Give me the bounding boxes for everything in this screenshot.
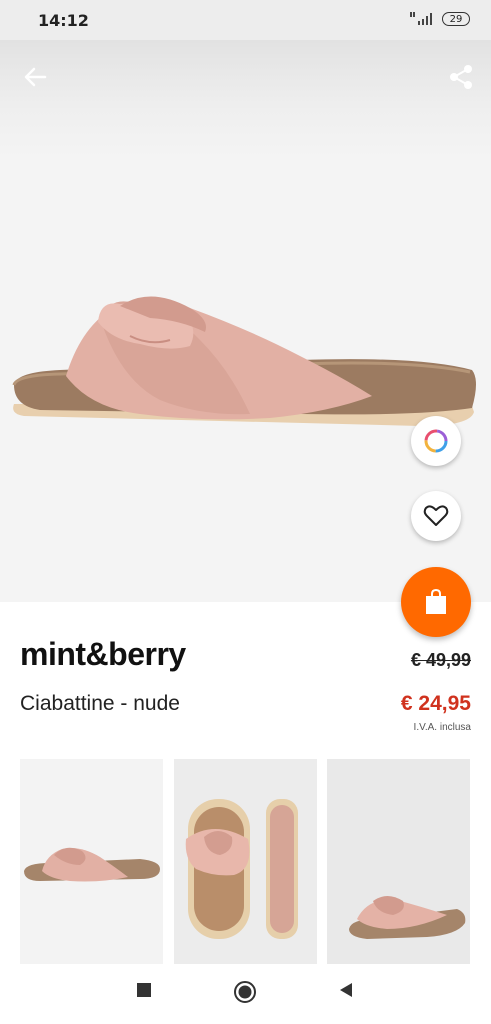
back-arrow-icon[interactable] (20, 62, 50, 92)
system-navigation-bar (0, 964, 491, 1024)
color-ring-icon (424, 429, 448, 453)
color-picker-button[interactable] (411, 416, 461, 466)
back-triangle-icon[interactable] (338, 982, 354, 998)
original-price: € 49,99 (410, 650, 471, 670)
brand-name[interactable]: mint&berry (20, 636, 186, 673)
thumbnail-2[interactable] (174, 759, 317, 964)
signal-icon (410, 12, 432, 25)
product-name: Ciabattine - nude (20, 692, 180, 715)
status-time: 14:12 (38, 11, 89, 30)
sale-price: € 24,95 (400, 692, 471, 715)
home-circle-icon[interactable] (233, 980, 257, 1004)
vat-note: I.V.A. inclusa (413, 722, 471, 733)
battery-indicator: 29 (442, 12, 470, 26)
add-to-cart-button[interactable] (401, 567, 471, 637)
shopping-bag-icon (426, 588, 446, 614)
wishlist-button[interactable] (411, 491, 461, 541)
thumbnail-3[interactable] (327, 759, 470, 964)
heart-icon (423, 505, 449, 526)
thumbnail-1[interactable] (20, 759, 163, 964)
recent-apps-square-icon[interactable] (136, 982, 152, 998)
thumbnail-2-image (185, 799, 298, 939)
thumbnail-3-image (349, 896, 466, 939)
status-bar: 14:12 29 (0, 0, 491, 40)
thumbnail-1-image (24, 847, 160, 882)
share-icon[interactable] (446, 62, 476, 92)
